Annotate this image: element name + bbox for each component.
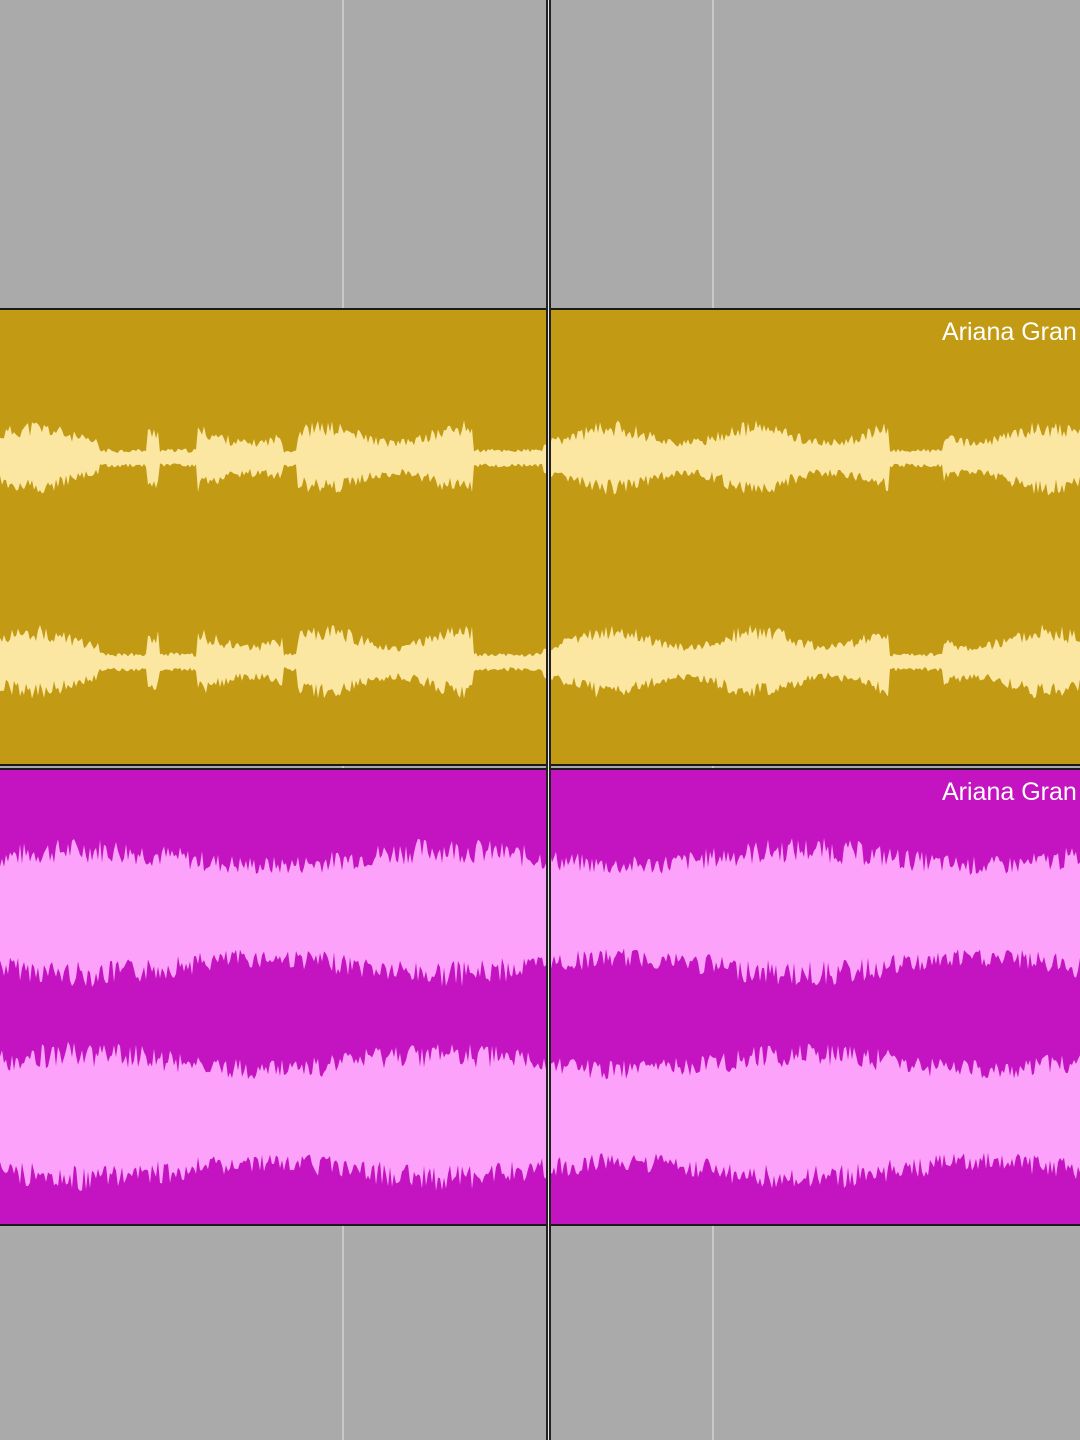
playhead[interactable] [546, 0, 551, 1440]
audio-waveform-icon [0, 420, 1080, 699]
region-name-label: Ariana Gran [942, 318, 1077, 346]
audio-waveform-icon [0, 837, 1080, 1191]
region-name-label: Ariana Gran [942, 778, 1077, 806]
arrange-area[interactable]: Ariana Gran Ariana Gran [0, 0, 1080, 1440]
audio-region-track-1[interactable]: Ariana Gran [0, 308, 1080, 766]
audio-region-track-2[interactable]: Ariana Gran [0, 768, 1080, 1226]
